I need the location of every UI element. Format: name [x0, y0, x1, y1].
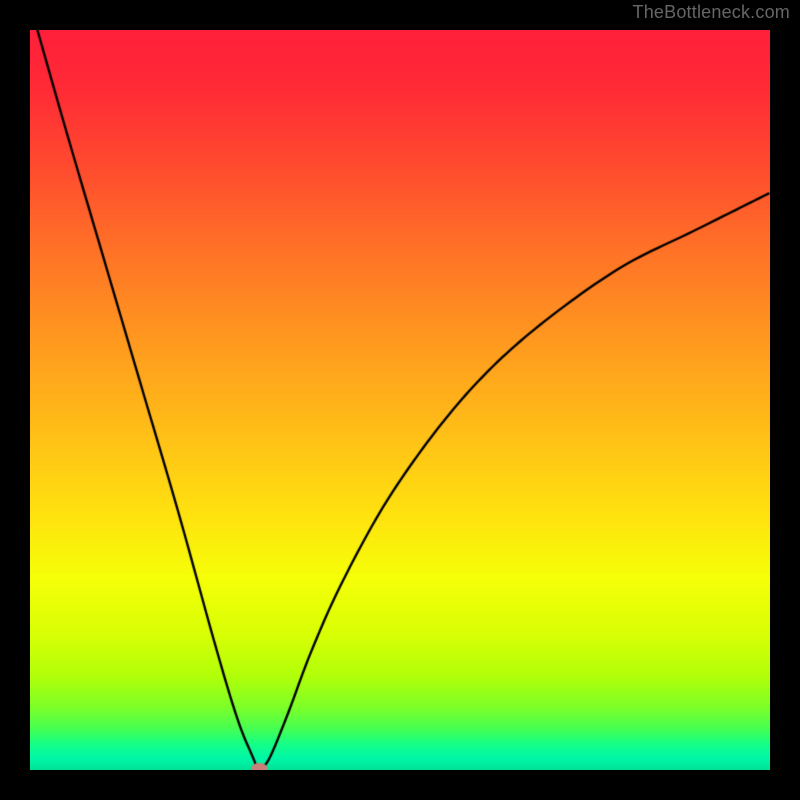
watermark: TheBottleneck.com: [633, 2, 790, 23]
curve-layer: [30, 30, 770, 770]
plot-area: [30, 30, 770, 770]
chart-frame: TheBottleneck.com: [0, 0, 800, 800]
